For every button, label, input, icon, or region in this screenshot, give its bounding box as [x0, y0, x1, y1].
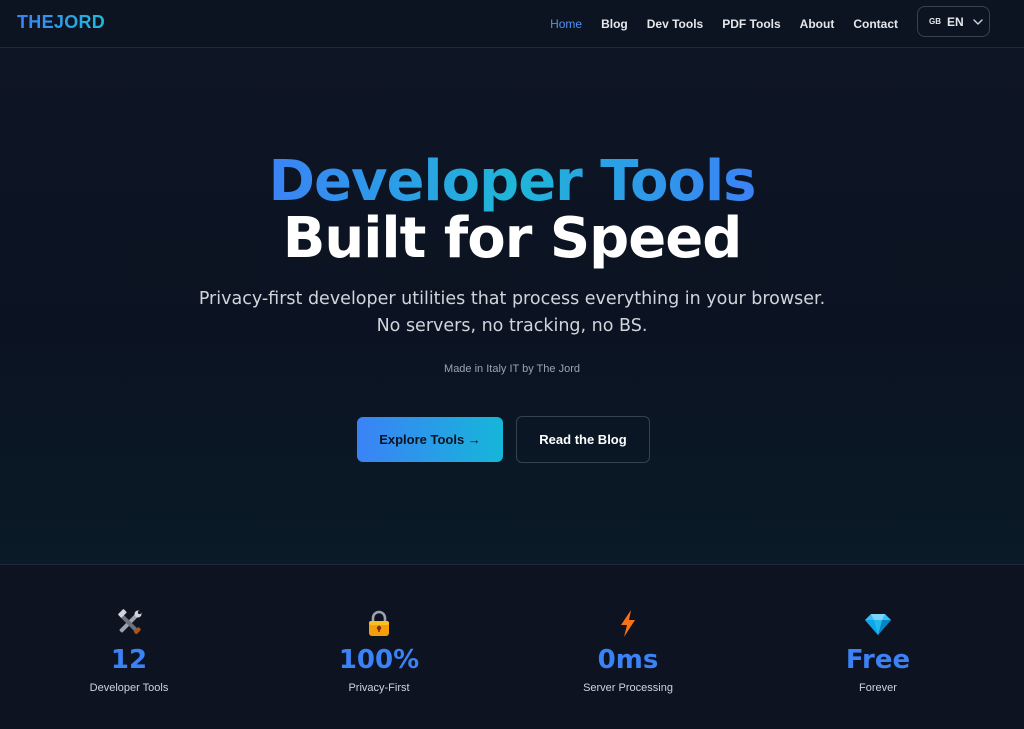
hero-section: Developer Tools Built for Speed Privacy-…	[0, 48, 1024, 565]
stat-privacy-first: 100% Privacy-First	[254, 566, 504, 729]
language-selector[interactable]: GB EN	[917, 6, 990, 37]
stat-forever: Free Forever	[753, 566, 1003, 729]
stat-server-processing: 0ms Server Processing	[503, 566, 753, 729]
hero-subtitle-line-1: Privacy-first developer utilities that p…	[198, 289, 826, 309]
hero-title-line-2: Built for Speed	[282, 206, 743, 271]
nav-link-dev-tools[interactable]: Dev Tools	[647, 17, 703, 31]
read-blog-button[interactable]: Read the Blog	[516, 416, 650, 463]
chevron-down-icon	[972, 18, 983, 25]
nav-link-contact[interactable]: Contact	[853, 17, 898, 31]
language-code: EN	[947, 14, 964, 29]
main-menu: Home Blog Dev Tools PDF Tools About Cont…	[550, 0, 898, 48]
explore-tools-button[interactable]: Explore Tools →	[357, 417, 503, 462]
stat-label: Privacy-First	[348, 682, 410, 694]
stat-value: 12	[110, 645, 148, 675]
stat-value: 0ms	[597, 645, 659, 675]
stat-label: Server Processing	[583, 682, 673, 694]
stats-section: 12 Developer Tools 100% Privacy-First 0m…	[0, 566, 1024, 729]
nav-link-blog[interactable]: Blog	[601, 17, 628, 31]
top-navbar: THEJORD Home Blog Dev Tools PDF Tools Ab…	[0, 0, 1024, 48]
stat-label: Developer Tools	[89, 682, 169, 694]
stat-value: 100%	[338, 645, 420, 675]
diamond-icon	[865, 614, 891, 635]
nav-link-pdf-tools[interactable]: PDF Tools	[722, 17, 780, 31]
stat-value: Free	[845, 645, 911, 675]
nav-link-home[interactable]: Home	[550, 17, 582, 31]
hero-title-line-1: Developer Tools	[268, 149, 756, 214]
tools-icon	[118, 609, 142, 635]
lock-icon	[369, 610, 389, 636]
stat-developer-tools: 12 Developer Tools	[4, 566, 254, 729]
hero-subtitle: Privacy-first developer utilities that p…	[0, 286, 1024, 340]
lightning-icon	[621, 610, 635, 637]
hero-subtitle-line-2: No servers, no tracking, no BS.	[376, 316, 648, 336]
gb-flag-icon: GB	[929, 17, 941, 26]
stat-label: Forever	[859, 682, 897, 694]
brand-logo[interactable]: THEJORD	[17, 12, 105, 33]
made-in-italy-text: Made in Italy IT by The Jord	[444, 363, 580, 375]
nav-link-about[interactable]: About	[800, 17, 835, 31]
